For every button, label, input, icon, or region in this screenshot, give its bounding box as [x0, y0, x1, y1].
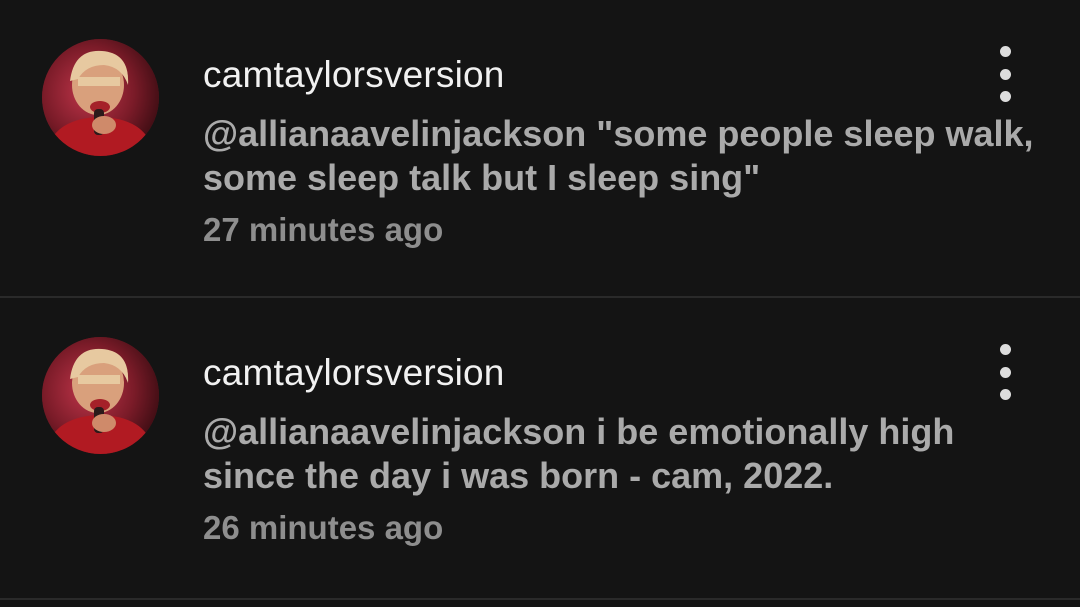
- profile-photo: [42, 337, 159, 454]
- comment-feed: camtaylorsversion @allianaavelinjackson …: [0, 0, 1080, 607]
- divider: [0, 598, 1080, 600]
- comment-item: camtaylorsversion @allianaavelinjackson …: [0, 0, 1080, 300]
- comment-author[interactable]: camtaylorsversion: [203, 352, 505, 394]
- comment-author[interactable]: camtaylorsversion: [203, 54, 505, 96]
- more-vertical-icon: [999, 344, 1011, 355]
- comment-text: @allianaavelinjackson i be emotionally h…: [203, 411, 955, 496]
- more-options-button[interactable]: [985, 344, 1025, 400]
- more-vertical-icon: [999, 46, 1011, 57]
- more-options-button[interactable]: [985, 46, 1025, 102]
- profile-photo: [42, 39, 159, 156]
- comment-item: camtaylorsversion @allianaavelinjackson …: [0, 298, 1080, 598]
- avatar[interactable]: [42, 39, 159, 156]
- comment-timestamp: 26 minutes ago: [203, 509, 444, 546]
- comment-text: @allianaavelinjackson "some people sleep…: [203, 113, 1034, 198]
- avatar[interactable]: [42, 337, 159, 454]
- comment-timestamp: 27 minutes ago: [203, 211, 444, 248]
